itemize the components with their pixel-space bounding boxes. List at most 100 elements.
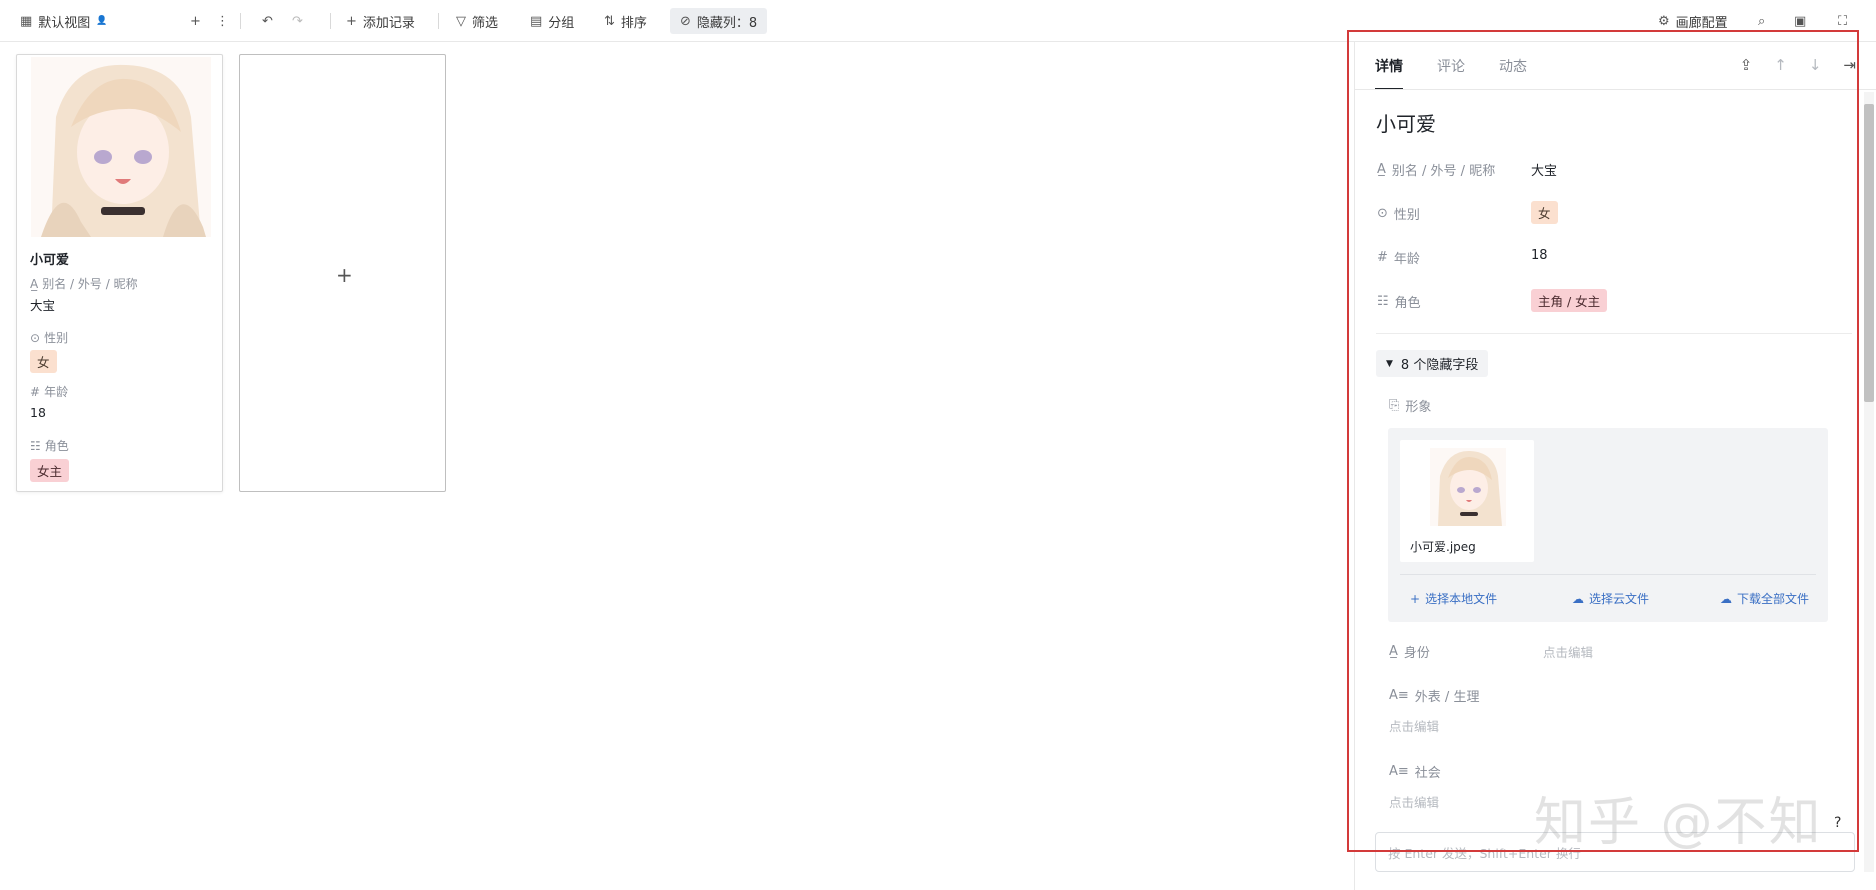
paperclip-icon: ⎘ [1389, 398, 1400, 413]
undo-button[interactable]: ↶ [262, 10, 273, 32]
arrow-down-icon[interactable]: ↓ [1809, 56, 1822, 74]
panel-actions: ⇪ ↑ ↓ ⇥ [1740, 56, 1856, 74]
eye-off-icon: ⊘ [680, 13, 691, 29]
text-field-icon: A̲ [1377, 162, 1386, 177]
toolbar: ▦ 默认视图 👤 + ⋮ ↶ ↷ + 添加记录 ▽ 筛选 ▤ 分组 ⇅ 排序 ⊘… [0, 0, 1876, 42]
role-field-label: ☷ 角色 [1377, 292, 1421, 311]
gender-field-label: ⊙ 性别 [30, 329, 68, 346]
cloud-file-label: 选择云文件 [1589, 592, 1650, 606]
text-field-icon: A̲ [30, 276, 39, 291]
long-text-icon: A≡ [1389, 688, 1409, 703]
record-detail-panel: 详情 评论 动态 ⇪ ↑ ↓ ⇥ 小可爱 A̲ 别名 / 外号 / 昵称 大宝 ⊙… [1354, 42, 1876, 890]
add-record-button[interactable]: + 添加记录 [346, 10, 415, 32]
text-field-icon: A̲ [1389, 644, 1398, 659]
alias-label-text: 别名 / 外号 / 昵称 [1391, 164, 1496, 179]
hidden-fields-label: 8 个隐藏字段 [1400, 358, 1479, 373]
appearance-value-placeholder[interactable]: 点击编辑 [1389, 716, 1439, 735]
close-panel-icon[interactable]: ⇥ [1843, 56, 1856, 74]
group-label: 分组 [548, 15, 575, 31]
attachment-divider [1400, 574, 1816, 575]
cloud-upload-icon: ☁ [1572, 591, 1584, 606]
toolbar-divider [438, 13, 439, 29]
single-select-icon: ⊙ [30, 330, 41, 345]
age-label-text: 年龄 [44, 385, 69, 399]
age-field-label: # 年龄 [30, 383, 68, 400]
image-label-text: 形象 [1405, 400, 1432, 415]
appearance-field-label: A≡ 外表 / 生理 [1389, 686, 1479, 705]
help-icon[interactable]: ? [1834, 815, 1841, 831]
multi-select-icon: ☷ [1377, 294, 1389, 309]
alias-value: 大宝 [30, 298, 56, 313]
alias-value[interactable]: 大宝 [1531, 160, 1557, 179]
attachment-thumbnail[interactable]: 小可爱.jpeg [1400, 440, 1534, 562]
gender-label-text: 性别 [44, 331, 69, 345]
view-selector[interactable]: ▦ 默认视图 👤 [20, 10, 108, 32]
local-file-label: 选择本地文件 [1425, 592, 1498, 606]
gender-value: 女 [30, 350, 57, 373]
comment-input[interactable]: 按 Enter 发送，Shift+Enter 换行 [1375, 832, 1855, 872]
add-view-button[interactable]: + [190, 10, 201, 32]
age-value: 18 [30, 405, 46, 420]
person-icon: 👤 [96, 16, 108, 26]
scrollbar-thumb[interactable] [1864, 104, 1874, 402]
tab-comments[interactable]: 评论 [1437, 56, 1465, 90]
hidden-columns-button[interactable]: ⊘ 隐藏列：8 [670, 8, 768, 34]
number-icon: # [1377, 250, 1388, 265]
share-icon[interactable]: ⇪ [1740, 56, 1753, 74]
add-card-button[interactable]: + [239, 54, 446, 492]
gender-field-label: ⊙ 性别 [1377, 204, 1420, 223]
attachment-filename: 小可爱.jpeg [1410, 540, 1476, 554]
hidden-columns-label: 隐藏列：8 [696, 15, 758, 31]
identity-value-placeholder[interactable]: 点击编辑 [1543, 642, 1593, 661]
view-more-button[interactable]: ⋮ [216, 10, 229, 32]
save-icon: ▣ [1794, 13, 1807, 29]
tab-activity[interactable]: 动态 [1499, 56, 1527, 90]
select-local-file-button[interactable]: + 选择本地文件 [1410, 590, 1497, 607]
sort-label: 排序 [620, 15, 647, 31]
role-field-label: ☷ 角色 [30, 437, 69, 454]
gallery-config-button[interactable]: ⚙ 画廊配置 [1658, 10, 1728, 32]
search-icon: ⌕ [1758, 13, 1766, 29]
section-divider [1376, 333, 1852, 334]
record-title[interactable]: 小可爱 [1376, 108, 1436, 137]
toolbar-divider [330, 13, 331, 29]
social-label-text: 社会 [1414, 766, 1441, 781]
arrow-up-icon[interactable]: ↑ [1774, 56, 1787, 74]
redo-button[interactable]: ↷ [292, 10, 303, 32]
identity-label-text: 身份 [1403, 646, 1430, 661]
fullscreen-button[interactable]: ⛶ [1838, 10, 1847, 32]
toolbar-divider [240, 13, 241, 29]
attachment-area: 小可爱.jpeg + 选择本地文件 ☁ 选择云文件 ☁ 下载全部文件 [1388, 428, 1828, 622]
group-icon: ▤ [530, 13, 543, 29]
age-label-text: 年龄 [1393, 252, 1420, 267]
search-button[interactable]: ⌕ [1758, 10, 1765, 32]
hidden-fields-toggle[interactable]: ▼ 8 个隐藏字段 [1376, 350, 1489, 377]
settings-icon: ⚙ [1658, 13, 1670, 29]
gender-tag: 女 [30, 350, 57, 373]
social-value-placeholder[interactable]: 点击编辑 [1389, 792, 1439, 811]
download-all-button[interactable]: ☁ 下载全部文件 [1720, 590, 1809, 607]
filter-button[interactable]: ▽ 筛选 [456, 10, 498, 32]
alias-field-label: A̲ 别名 / 外号 / 昵称 [1377, 160, 1495, 179]
character-image [31, 57, 211, 237]
number-icon: # [30, 384, 41, 399]
save-button[interactable]: ▣ [1794, 10, 1806, 32]
gender-value[interactable]: 女 [1531, 201, 1558, 224]
age-value[interactable]: 18 [1531, 248, 1548, 263]
role-tag: 主角 / 女主 [1531, 289, 1608, 312]
undo-icon: ↶ [262, 13, 273, 29]
plus-icon: + [1410, 591, 1421, 606]
role-label-text: 角色 [44, 439, 69, 453]
gender-tag: 女 [1531, 201, 1558, 224]
role-value: 女主 [30, 459, 70, 482]
group-button[interactable]: ▤ 分组 [530, 10, 574, 32]
tab-details[interactable]: 详情 [1375, 56, 1403, 90]
add-record-label: 添加记录 [362, 15, 415, 31]
sort-button[interactable]: ⇅ 排序 [604, 10, 647, 32]
caret-down-icon: ▼ [1386, 358, 1393, 369]
role-value[interactable]: 主角 / 女主 [1531, 289, 1608, 312]
gallery-card[interactable]: 小可爱 A̲ 别名 / 外号 / 昵称 大宝 ⊙ 性别 女 # 年龄 18 ☷ 角色 女… [16, 54, 223, 492]
filter-icon: ▽ [456, 13, 466, 29]
multi-select-icon: ☷ [30, 438, 41, 453]
select-cloud-file-button[interactable]: ☁ 选择云文件 [1572, 590, 1649, 607]
